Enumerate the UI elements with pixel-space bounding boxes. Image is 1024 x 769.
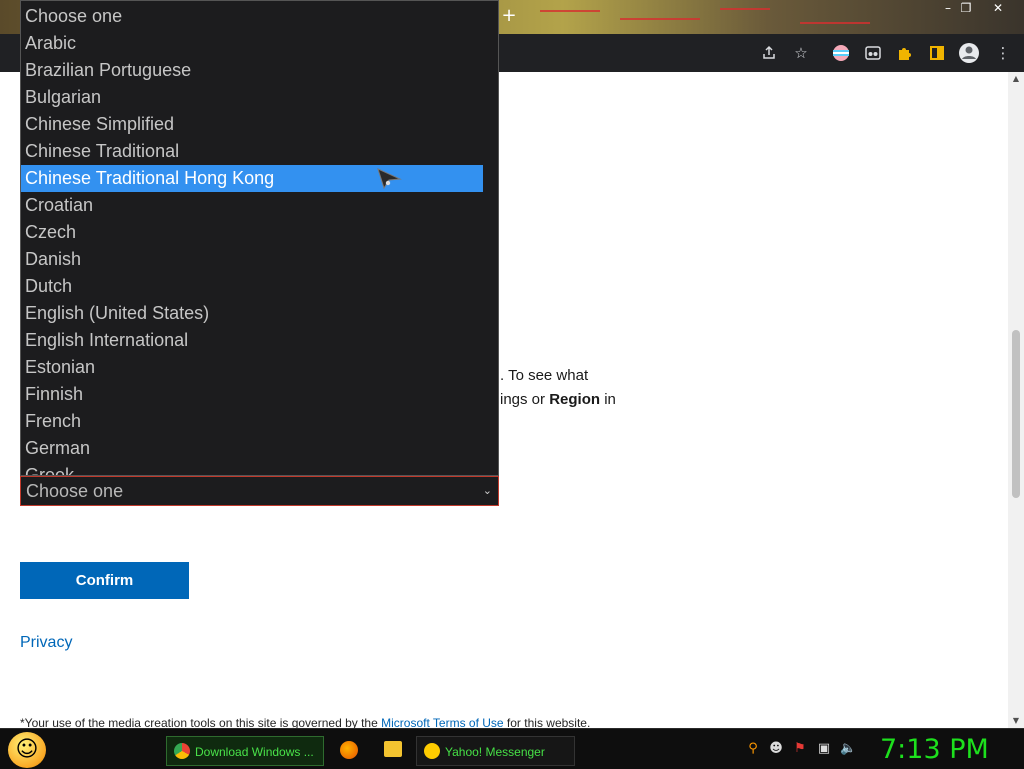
smiley-icon: ☺ [15,737,39,762]
star-icon[interactable]: ☆ [790,42,812,64]
dropdown-option[interactable]: Czech [21,219,483,246]
dropdown-option[interactable]: Chinese Simplified [21,111,483,138]
maximize-button[interactable]: ❐ [952,0,980,16]
taskbar-item-chrome[interactable]: Download Windows ... [166,736,324,766]
dropdown-option[interactable]: Brazilian Portuguese [21,57,483,84]
dropdown-option[interactable]: German [21,435,483,462]
dropdown-option[interactable]: Danish [21,246,483,273]
dropdown-option[interactable]: Estonian [21,354,483,381]
share-icon[interactable] [758,42,780,64]
wallpaper-streak [800,22,870,24]
scroll-down-arrow-icon[interactable]: ▼ [1011,716,1021,726]
search-icon[interactable]: ⚲ [745,741,761,757]
taskbar-item-yahoo-messenger[interactable]: Yahoo! Messenger [416,736,575,766]
yahoo-messenger-icon [424,743,440,759]
instruction-text-pre: ings or [500,391,550,408]
new-tab-button[interactable]: + [501,6,517,26]
dropdown-option[interactable]: Greek [21,462,483,475]
dropdown-option[interactable]: French [21,408,483,435]
instruction-text-line1: . To see what [500,367,589,384]
dropdown-option[interactable]: Finnish [21,381,483,408]
menu-icon[interactable]: ⋮ [992,42,1014,64]
instruction-text-post: in [600,391,616,408]
scroll-up-arrow-icon[interactable]: ▲ [1011,74,1021,84]
firefox-icon[interactable] [340,741,358,759]
instruction-text-line2: ings or Region in [500,391,616,408]
sidebar-icon[interactable] [926,42,948,64]
dropdown-option[interactable]: Arabic [21,30,483,57]
start-button[interactable]: ☺ [8,732,46,768]
taskbar-item-label: Yahoo! Messenger [445,745,545,759]
chrome-icon [174,743,190,759]
wallpaper-streak [620,18,700,20]
clock: 7:13 PM [880,734,989,765]
wallpaper-streak [720,8,770,10]
dropdown-option[interactable]: English (United States) [21,300,483,327]
wallpaper-streak [540,10,600,12]
language-select-value: Choose one [26,481,124,501]
privacy-link[interactable]: Privacy [20,634,72,652]
extension-trans-icon[interactable] [830,42,852,64]
dropdown-option[interactable]: Chinese Traditional [21,138,483,165]
language-dropdown-list[interactable]: Choose one Arabic Brazilian Portuguese Bulg… [20,0,499,476]
dropdown-option[interactable]: Bulgarian [21,84,483,111]
mouse-cursor-icon [376,167,402,193]
taskbar: ☺ Download Windows ... Yahoo! Messenger … [0,728,1024,769]
dropdown-option[interactable]: Chinese Traditional Hong Kong [21,165,483,192]
extension-glasses-icon[interactable] [862,42,884,64]
language-select[interactable]: Choose one ⌄ [20,476,499,506]
volume-icon[interactable]: 🔈 [840,741,856,757]
puzzle-icon[interactable] [894,42,916,64]
taskbar-item-label: Download Windows ... [195,745,314,759]
emoticon-icon[interactable]: ☻ [768,741,784,757]
page-scrollbar-thumb[interactable] [1012,330,1020,498]
dropdown-option[interactable]: Croatian [21,192,483,219]
profile-icon[interactable] [958,42,980,64]
page-scrollbar[interactable]: ▲ ▼ [1008,72,1024,728]
flag-icon[interactable]: ⚑ [792,741,808,757]
region-label: Region [549,391,601,408]
close-window-button[interactable]: ✕ [984,0,1012,16]
dropdown-option[interactable]: Dutch [21,273,483,300]
dropdown-option[interactable]: Choose one [21,3,483,30]
confirm-button[interactable]: Confirm [20,562,189,599]
dropdown-option[interactable]: English International [21,327,483,354]
folder-icon[interactable] [384,741,402,757]
network-icon[interactable]: ▣ [816,741,832,757]
chevron-down-icon: ⌄ [482,485,492,497]
